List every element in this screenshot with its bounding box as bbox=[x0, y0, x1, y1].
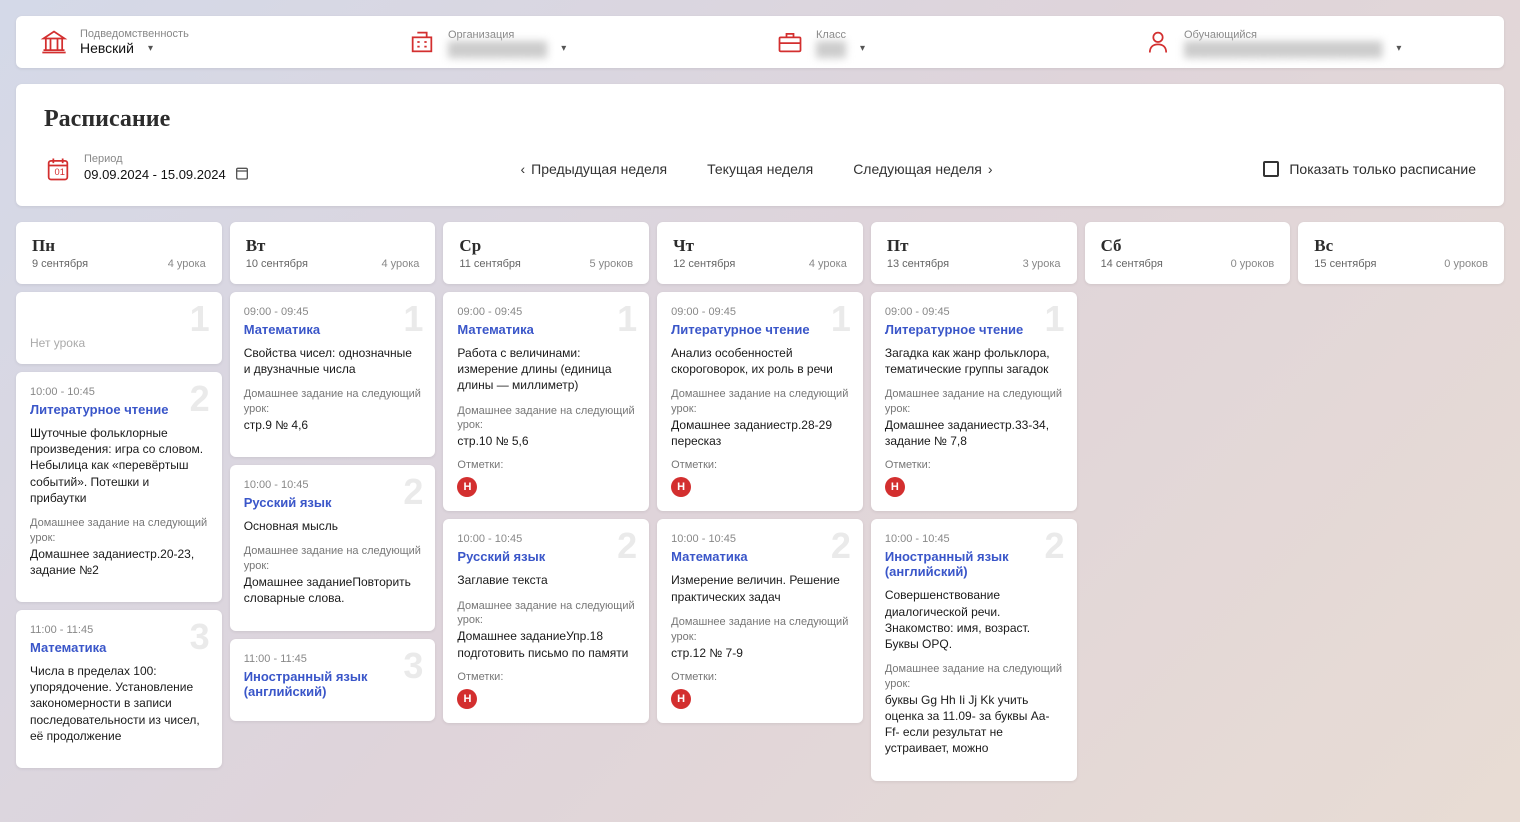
page-title: Расписание bbox=[44, 106, 1476, 133]
day-col-mon: 1 Нет урока 2 10:00 - 10:45 Литературное… bbox=[16, 292, 222, 781]
lesson-card[interactable]: 1 09:00 - 09:45 Литературное чтение Зага… bbox=[871, 292, 1077, 511]
chevron-left-icon: ‹ bbox=[521, 161, 526, 177]
lesson-card[interactable]: 2 10:00 - 10:45 Русский язык Основная мы… bbox=[230, 465, 436, 630]
calendar-icon: 01 bbox=[44, 155, 72, 183]
filter-value[interactable]: ███ bbox=[816, 41, 1112, 55]
day-header-tue[interactable]: Вт 10 сентября4 урока bbox=[230, 222, 436, 284]
day-col-thu: 1 09:00 - 09:45 Литературное чтение Анал… bbox=[657, 292, 863, 781]
day-col-sat bbox=[1085, 292, 1291, 781]
calendar-small-icon[interactable] bbox=[234, 165, 250, 184]
filter-label: Обучающийся bbox=[1184, 29, 1480, 41]
lesson-card[interactable]: 1 09:00 - 09:45 Математика Работа с вели… bbox=[443, 292, 649, 511]
svg-text:01: 01 bbox=[55, 166, 65, 176]
day-header-mon[interactable]: Пн 9 сентября4 урока bbox=[16, 222, 222, 284]
week-nav: ‹ Предыдущая неделя Текущая неделя Следу… bbox=[282, 161, 1232, 177]
period-label: Период bbox=[84, 153, 250, 165]
mark-badge: Н bbox=[885, 477, 905, 497]
day-header-fri[interactable]: Пт 13 сентября3 урока bbox=[871, 222, 1077, 284]
show-only-schedule-toggle[interactable]: Показать только расписание bbox=[1263, 161, 1476, 177]
filter-jurisdiction[interactable]: Подведомственность Невский bbox=[24, 28, 392, 56]
checkbox-icon[interactable] bbox=[1263, 161, 1279, 177]
day-header-sun[interactable]: Вс 15 сентября0 уроков bbox=[1298, 222, 1504, 284]
nav-prev-week[interactable]: ‹ Предыдущая неделя bbox=[521, 161, 668, 177]
mark-badge: Н bbox=[671, 689, 691, 709]
day-col-tue: 1 09:00 - 09:45 Математика Свойства чисе… bbox=[230, 292, 436, 781]
nav-next-week[interactable]: Следующая неделя › bbox=[853, 161, 992, 177]
schedule-panel: Расписание 01 Период 09.09.2024 - 15.09.… bbox=[16, 84, 1504, 206]
filter-label: Подведомственность bbox=[80, 28, 376, 40]
lesson-card[interactable]: 1 09:00 - 09:45 Литературное чтение Анал… bbox=[657, 292, 863, 511]
building-icon bbox=[408, 28, 436, 56]
period-value: 09.09.2024 - 15.09.2024 bbox=[84, 167, 226, 182]
day-header-wed[interactable]: Ср 11 сентября5 уроков bbox=[443, 222, 649, 284]
chevron-right-icon: › bbox=[988, 161, 993, 177]
filter-class[interactable]: Класс ███ bbox=[760, 28, 1128, 56]
lesson-card[interactable]: 2 10:00 - 10:45 Литературное чтение Шуто… bbox=[16, 372, 222, 602]
lesson-card[interactable]: 3 11:00 - 11:45 Математика Числа в преде… bbox=[16, 610, 222, 768]
filter-student[interactable]: Обучающийся ████████████████████ bbox=[1128, 28, 1496, 56]
filter-value[interactable]: Невский bbox=[80, 40, 376, 56]
filter-organization[interactable]: Организация ██████████ bbox=[392, 28, 760, 56]
briefcase-icon bbox=[776, 28, 804, 56]
lesson-card[interactable]: 2 10:00 - 10:45 Русский язык Заглавие те… bbox=[443, 519, 649, 722]
lesson-card[interactable]: 2 10:00 - 10:45 Иностранный язык (англий… bbox=[871, 519, 1077, 780]
student-icon bbox=[1144, 28, 1172, 56]
period-selector[interactable]: 01 Период 09.09.2024 - 15.09.2024 bbox=[44, 153, 250, 184]
nav-current-week[interactable]: Текущая неделя bbox=[707, 161, 813, 177]
pillars-icon bbox=[40, 28, 68, 56]
mark-badge: Н bbox=[457, 689, 477, 709]
lesson-card-empty[interactable]: 1 Нет урока bbox=[16, 292, 222, 364]
day-header-sat[interactable]: Сб 14 сентября0 уроков bbox=[1085, 222, 1291, 284]
filter-value[interactable]: ████████████████████ bbox=[1184, 41, 1480, 55]
day-headers-row: Пн 9 сентября4 урока Вт 10 сентября4 уро… bbox=[16, 222, 1504, 284]
mark-badge: Н bbox=[457, 477, 477, 497]
filter-label: Класс bbox=[816, 29, 1112, 41]
lesson-card[interactable]: 2 10:00 - 10:45 Математика Измерение вел… bbox=[657, 519, 863, 722]
lessons-grid: 1 Нет урока 2 10:00 - 10:45 Литературное… bbox=[16, 292, 1504, 781]
lesson-card[interactable]: 1 09:00 - 09:45 Математика Свойства чисе… bbox=[230, 292, 436, 457]
day-col-wed: 1 09:00 - 09:45 Математика Работа с вели… bbox=[443, 292, 649, 781]
top-filter-bar: Подведомственность Невский Организация █… bbox=[16, 16, 1504, 68]
filter-value[interactable]: ██████████ bbox=[448, 41, 744, 55]
day-header-thu[interactable]: Чт 12 сентября4 урока bbox=[657, 222, 863, 284]
mark-badge: Н bbox=[671, 477, 691, 497]
day-col-fri: 1 09:00 - 09:45 Литературное чтение Зага… bbox=[871, 292, 1077, 781]
filter-label: Организация bbox=[448, 29, 744, 41]
lesson-card[interactable]: 3 11:00 - 11:45 Иностранный язык (англий… bbox=[230, 639, 436, 721]
day-col-sun bbox=[1298, 292, 1504, 781]
